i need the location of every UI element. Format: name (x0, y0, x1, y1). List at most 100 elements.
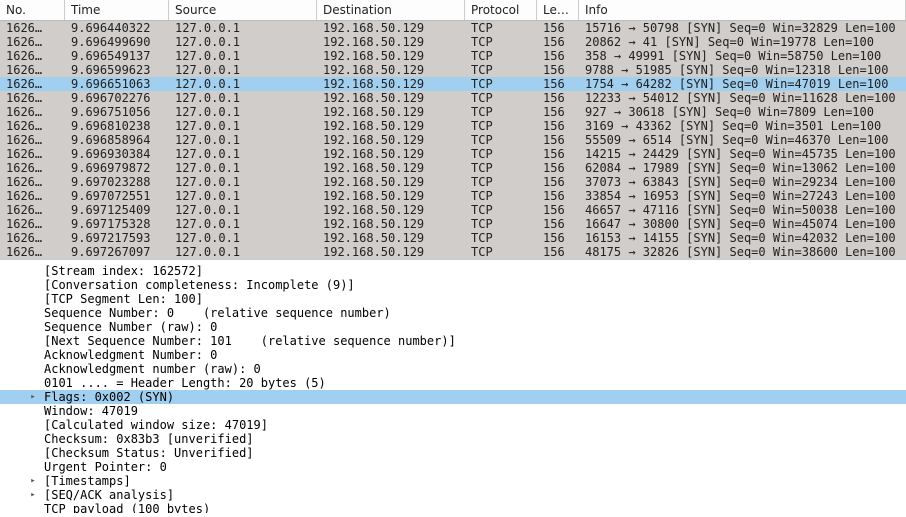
column-header-protocol[interactable]: Protocol (465, 0, 537, 20)
packet-cell-protocol: TCP (465, 49, 537, 63)
packet-row[interactable]: 1626…9.696702276127.0.0.1192.168.50.129T… (0, 91, 906, 105)
packet-cell-time: 9.696599623 (65, 63, 169, 77)
column-header-length[interactable]: Length (537, 0, 579, 20)
packet-cell-protocol: TCP (465, 147, 537, 161)
detail-line[interactable]: [TCP Segment Len: 100] (0, 292, 906, 306)
packet-cell-source: 127.0.0.1 (169, 147, 317, 161)
packet-row[interactable]: 1626…9.696549137127.0.0.1192.168.50.129T… (0, 49, 906, 63)
detail-line[interactable]: TCP payload (100 bytes) (0, 502, 906, 513)
packet-cell-info: 1754 → 64282 [SYN] Seq=0 Win=47019 Len=1… (579, 77, 906, 91)
packet-row[interactable]: 1626…9.696440322127.0.0.1192.168.50.129T… (0, 21, 906, 35)
packet-cell-length: 156 (537, 203, 579, 217)
packet-cell-no: 1626… (0, 105, 65, 119)
packet-row[interactable]: 1626…9.697125409127.0.0.1192.168.50.129T… (0, 203, 906, 217)
packet-cell-protocol: TCP (465, 77, 537, 91)
packet-cell-time: 9.697175328 (65, 217, 169, 231)
packet-row[interactable]: 1626…9.696751056127.0.0.1192.168.50.129T… (0, 105, 906, 119)
expand-right-icon[interactable]: ▸ (26, 474, 40, 488)
detail-line[interactable]: Acknowledgment number (raw): 0 (0, 362, 906, 376)
packet-cell-source: 127.0.0.1 (169, 161, 317, 175)
packet-row[interactable]: 1626…9.696979872127.0.0.1192.168.50.129T… (0, 161, 906, 175)
packet-cell-info: 62084 → 17989 [SYN] Seq=0 Win=13062 Len=… (579, 161, 906, 175)
column-header-source[interactable]: Source (169, 0, 317, 20)
packet-cell-info: 55509 → 6514 [SYN] Seq=0 Win=46370 Len=1… (579, 133, 906, 147)
packet-cell-destination: 192.168.50.129 (317, 91, 465, 105)
packet-cell-protocol: TCP (465, 21, 537, 35)
packet-cell-info: 9788 → 51985 [SYN] Seq=0 Win=12318 Len=1… (579, 63, 906, 77)
packet-list-header: No. Time Source Destination Protocol Len… (0, 0, 906, 21)
packet-row[interactable]: 1626…9.696858964127.0.0.1192.168.50.129T… (0, 133, 906, 147)
packet-cell-info: 16153 → 14155 [SYN] Seq=0 Win=42032 Len=… (579, 231, 906, 245)
detail-text: TCP payload (100 bytes) (44, 502, 210, 513)
packet-cell-no: 1626… (0, 231, 65, 245)
packet-cell-destination: 192.168.50.129 (317, 35, 465, 49)
packet-cell-destination: 192.168.50.129 (317, 245, 465, 259)
packet-row[interactable]: 1626…9.696810238127.0.0.1192.168.50.129T… (0, 119, 906, 133)
packet-cell-source: 127.0.0.1 (169, 189, 317, 203)
detail-text: [Next Sequence Number: 101 (relative seq… (44, 334, 456, 348)
packet-details-pane[interactable]: [Stream index: 162572][Conversation comp… (0, 260, 906, 513)
column-header-info[interactable]: Info (579, 0, 906, 20)
packet-row[interactable]: 1626…9.697023288127.0.0.1192.168.50.129T… (0, 175, 906, 189)
packet-cell-no: 1626… (0, 161, 65, 175)
packet-cell-length: 156 (537, 189, 579, 203)
detail-line[interactable]: [Stream index: 162572] (0, 264, 906, 278)
column-header-time[interactable]: Time (65, 0, 169, 20)
packet-cell-length: 156 (537, 119, 579, 133)
packet-cell-protocol: TCP (465, 175, 537, 189)
column-header-no[interactable]: No. (0, 0, 65, 20)
detail-line[interactable]: ▸Flags: 0x002 (SYN) (0, 390, 906, 404)
detail-line[interactable]: Window: 47019 (0, 404, 906, 418)
packet-cell-info: 33854 → 16953 [SYN] Seq=0 Win=27243 Len=… (579, 189, 906, 203)
detail-text: [Stream index: 162572] (44, 264, 203, 278)
packet-row[interactable]: 1626…9.696651063127.0.0.1192.168.50.129T… (0, 77, 906, 91)
packet-row[interactable]: 1626…9.696499690127.0.0.1192.168.50.129T… (0, 35, 906, 49)
packet-row[interactable]: 1626…9.697267097127.0.0.1192.168.50.129T… (0, 245, 906, 259)
packet-list-pane[interactable]: No. Time Source Destination Protocol Len… (0, 0, 906, 260)
detail-line[interactable]: Checksum: 0x83b3 [unverified] (0, 432, 906, 446)
packet-cell-time: 9.697023288 (65, 175, 169, 189)
detail-line[interactable]: Sequence Number (raw): 0 (0, 320, 906, 334)
packet-cell-info: 14215 → 24429 [SYN] Seq=0 Win=45735 Len=… (579, 147, 906, 161)
expand-right-icon[interactable]: ▸ (26, 390, 40, 404)
packet-cell-protocol: TCP (465, 161, 537, 175)
packet-cell-source: 127.0.0.1 (169, 49, 317, 63)
detail-line[interactable]: [Conversation completeness: Incomplete (… (0, 278, 906, 292)
packet-cell-destination: 192.168.50.129 (317, 217, 465, 231)
detail-line[interactable]: Urgent Pointer: 0 (0, 460, 906, 474)
packet-cell-info: 15716 → 50798 [SYN] Seq=0 Win=32829 Len=… (579, 21, 906, 35)
packet-cell-length: 156 (537, 175, 579, 189)
packet-row[interactable]: 1626…9.697072551127.0.0.1192.168.50.129T… (0, 189, 906, 203)
detail-text: [Conversation completeness: Incomplete (… (44, 278, 355, 292)
packet-row[interactable]: 1626…9.696599623127.0.0.1192.168.50.129T… (0, 63, 906, 77)
detail-line[interactable]: ▸[Timestamps] (0, 474, 906, 488)
packet-cell-no: 1626… (0, 203, 65, 217)
packet-row[interactable]: 1626…9.697175328127.0.0.1192.168.50.129T… (0, 217, 906, 231)
packet-cell-info: 358 → 49991 [SYN] Seq=0 Win=58750 Len=10… (579, 49, 906, 63)
packet-cell-source: 127.0.0.1 (169, 105, 317, 119)
packet-cell-time: 9.697267097 (65, 245, 169, 259)
packet-cell-info: 20862 → 41 [SYN] Seq=0 Win=19778 Len=100 (579, 35, 906, 49)
packet-cell-info: 3169 → 43362 [SYN] Seq=0 Win=3501 Len=10… (579, 119, 906, 133)
detail-line[interactable]: ▸[SEQ/ACK analysis] (0, 488, 906, 502)
detail-line[interactable]: Acknowledgment Number: 0 (0, 348, 906, 362)
detail-line[interactable]: Sequence Number: 0 (relative sequence nu… (0, 306, 906, 320)
expand-right-icon[interactable]: ▸ (26, 488, 40, 502)
detail-line[interactable]: 0101 .... = Header Length: 20 bytes (5) (0, 376, 906, 390)
packet-cell-time: 9.696702276 (65, 91, 169, 105)
packet-row[interactable]: 1626…9.696930384127.0.0.1192.168.50.129T… (0, 147, 906, 161)
detail-text: Acknowledgment number (raw): 0 (44, 362, 261, 376)
column-header-destination[interactable]: Destination (317, 0, 465, 20)
detail-text: [Calculated window size: 47019] (44, 418, 268, 432)
packet-row[interactable]: 1626…9.697217593127.0.0.1192.168.50.129T… (0, 231, 906, 245)
packet-cell-time: 9.696651063 (65, 77, 169, 91)
packet-cell-source: 127.0.0.1 (169, 231, 317, 245)
detail-line[interactable]: [Next Sequence Number: 101 (relative seq… (0, 334, 906, 348)
detail-text: 0101 .... = Header Length: 20 bytes (5) (44, 376, 326, 390)
detail-line[interactable]: [Calculated window size: 47019] (0, 418, 906, 432)
packet-cell-time: 9.697072551 (65, 189, 169, 203)
packet-cell-no: 1626… (0, 77, 65, 91)
detail-line[interactable]: [Checksum Status: Unverified] (0, 446, 906, 460)
packet-cell-length: 156 (537, 49, 579, 63)
packet-cell-no: 1626… (0, 217, 65, 231)
